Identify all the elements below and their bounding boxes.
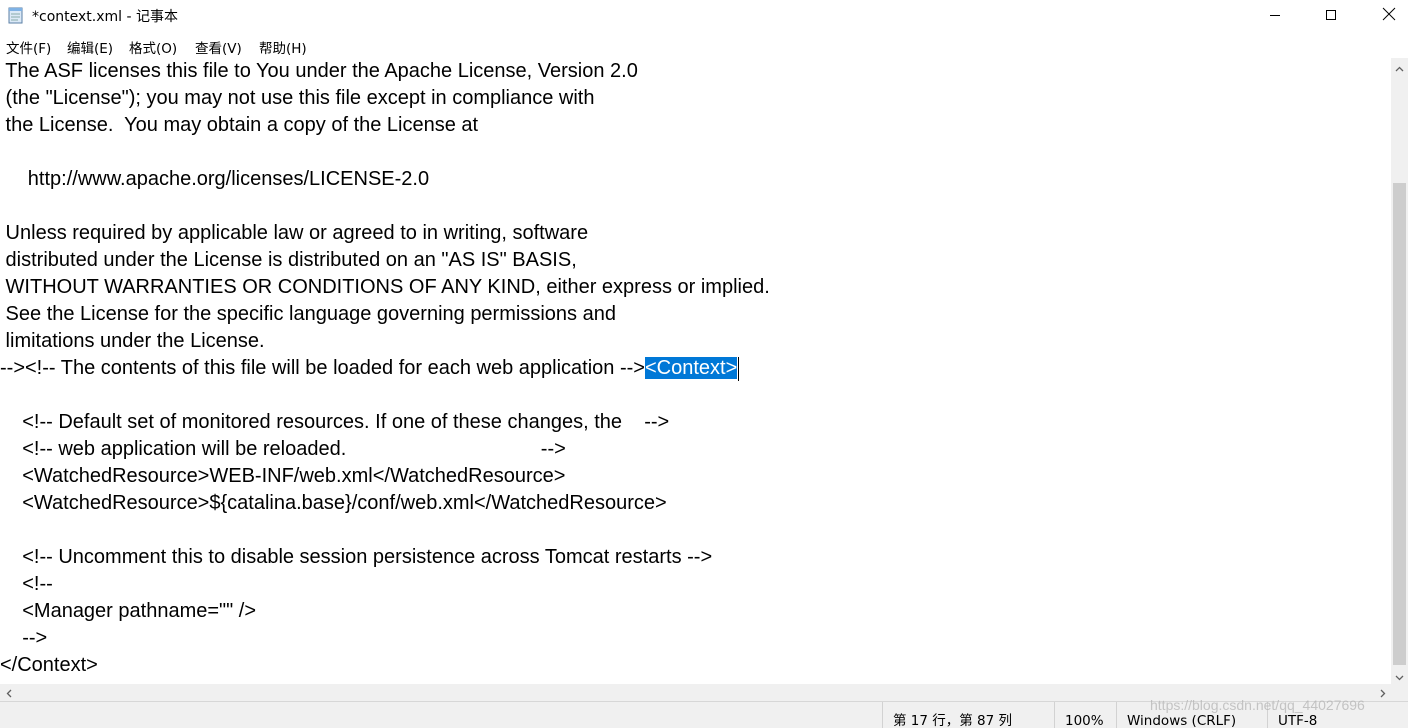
close-icon [1382, 6, 1396, 25]
text-line: (the "License"); you may not use this fi… [0, 87, 595, 109]
chevron-left-icon [6, 683, 12, 702]
text-editor[interactable]: The ASF licenses this file to You under … [0, 58, 1391, 684]
text-line: </Context> [0, 654, 98, 676]
current-line: --><!-- The contents of this file will b… [0, 355, 740, 382]
selected-text: <Context> [644, 357, 738, 379]
chevron-right-icon [1380, 683, 1386, 702]
scroll-right-arrow[interactable] [1374, 684, 1391, 701]
text-line: <Manager pathname="" /> [0, 600, 257, 622]
text-line: limitations under the License. [0, 330, 265, 352]
text-line: <!-- [0, 573, 53, 595]
text-line: <WatchedResource>${catalina.base}/conf/w… [0, 492, 667, 514]
scroll-down-arrow[interactable] [1391, 667, 1408, 684]
menu-view[interactable]: 查看(V) [195, 37, 242, 57]
minimize-button[interactable] [1252, 0, 1298, 31]
window-title: *context.xml - 记事本 [32, 9, 178, 25]
chevron-up-icon [1395, 57, 1404, 76]
minimize-icon [1269, 6, 1281, 25]
text-line: <!-- web application will be reloaded. -… [0, 438, 566, 460]
cursor-position: 第 17 行，第 87 列 [882, 702, 1054, 728]
text-line: http://www.apache.org/licenses/LICENSE-2… [0, 168, 430, 190]
text-line: Unless required by applicable law or agr… [0, 222, 589, 244]
maximize-button[interactable] [1308, 0, 1354, 31]
text-line: <WatchedResource>WEB-INF/web.xml</Watche… [0, 465, 566, 487]
menu-help[interactable]: 帮助(H) [259, 37, 307, 57]
text-line: <!-- Default set of monitored resources.… [0, 411, 670, 433]
scrollbar-corner [1391, 684, 1408, 701]
menu-file[interactable]: 文件(F) [6, 37, 51, 57]
scroll-left-arrow[interactable] [0, 684, 17, 701]
zoom-level: 100% [1054, 702, 1116, 728]
scroll-up-arrow[interactable] [1391, 58, 1408, 75]
text-line: the License. You may obtain a copy of th… [0, 114, 479, 136]
notepad-icon [8, 6, 24, 24]
vertical-scroll-thumb[interactable] [1393, 183, 1406, 665]
chevron-down-icon [1395, 666, 1404, 685]
menu-bar: 文件(F) 编辑(E) 格式(O) 查看(V) 帮助(H) [0, 31, 1408, 59]
maximize-icon [1325, 6, 1337, 25]
close-button[interactable] [1366, 0, 1408, 31]
menu-edit[interactable]: 编辑(E) [67, 37, 113, 57]
watermark: https://blog.csdn.net/qq_44027696 [1150, 697, 1365, 713]
text-caret [738, 356, 740, 381]
text-line: See the License for the specific languag… [0, 303, 616, 325]
text-line: <!-- Uncomment this to disable session p… [0, 546, 713, 568]
text-line: The ASF licenses this file to You under … [0, 60, 638, 82]
text-line: --> [0, 627, 48, 649]
text-line: WITHOUT WARRANTIES OR CONDITIONS OF ANY … [0, 276, 770, 298]
current-line-text: --><!-- The contents of this file will b… [0, 357, 645, 379]
menu-format[interactable]: 格式(O) [129, 37, 177, 57]
text-line: distributed under the License is distrib… [0, 249, 577, 271]
title-bar: *context.xml - 记事本 [0, 0, 1408, 31]
